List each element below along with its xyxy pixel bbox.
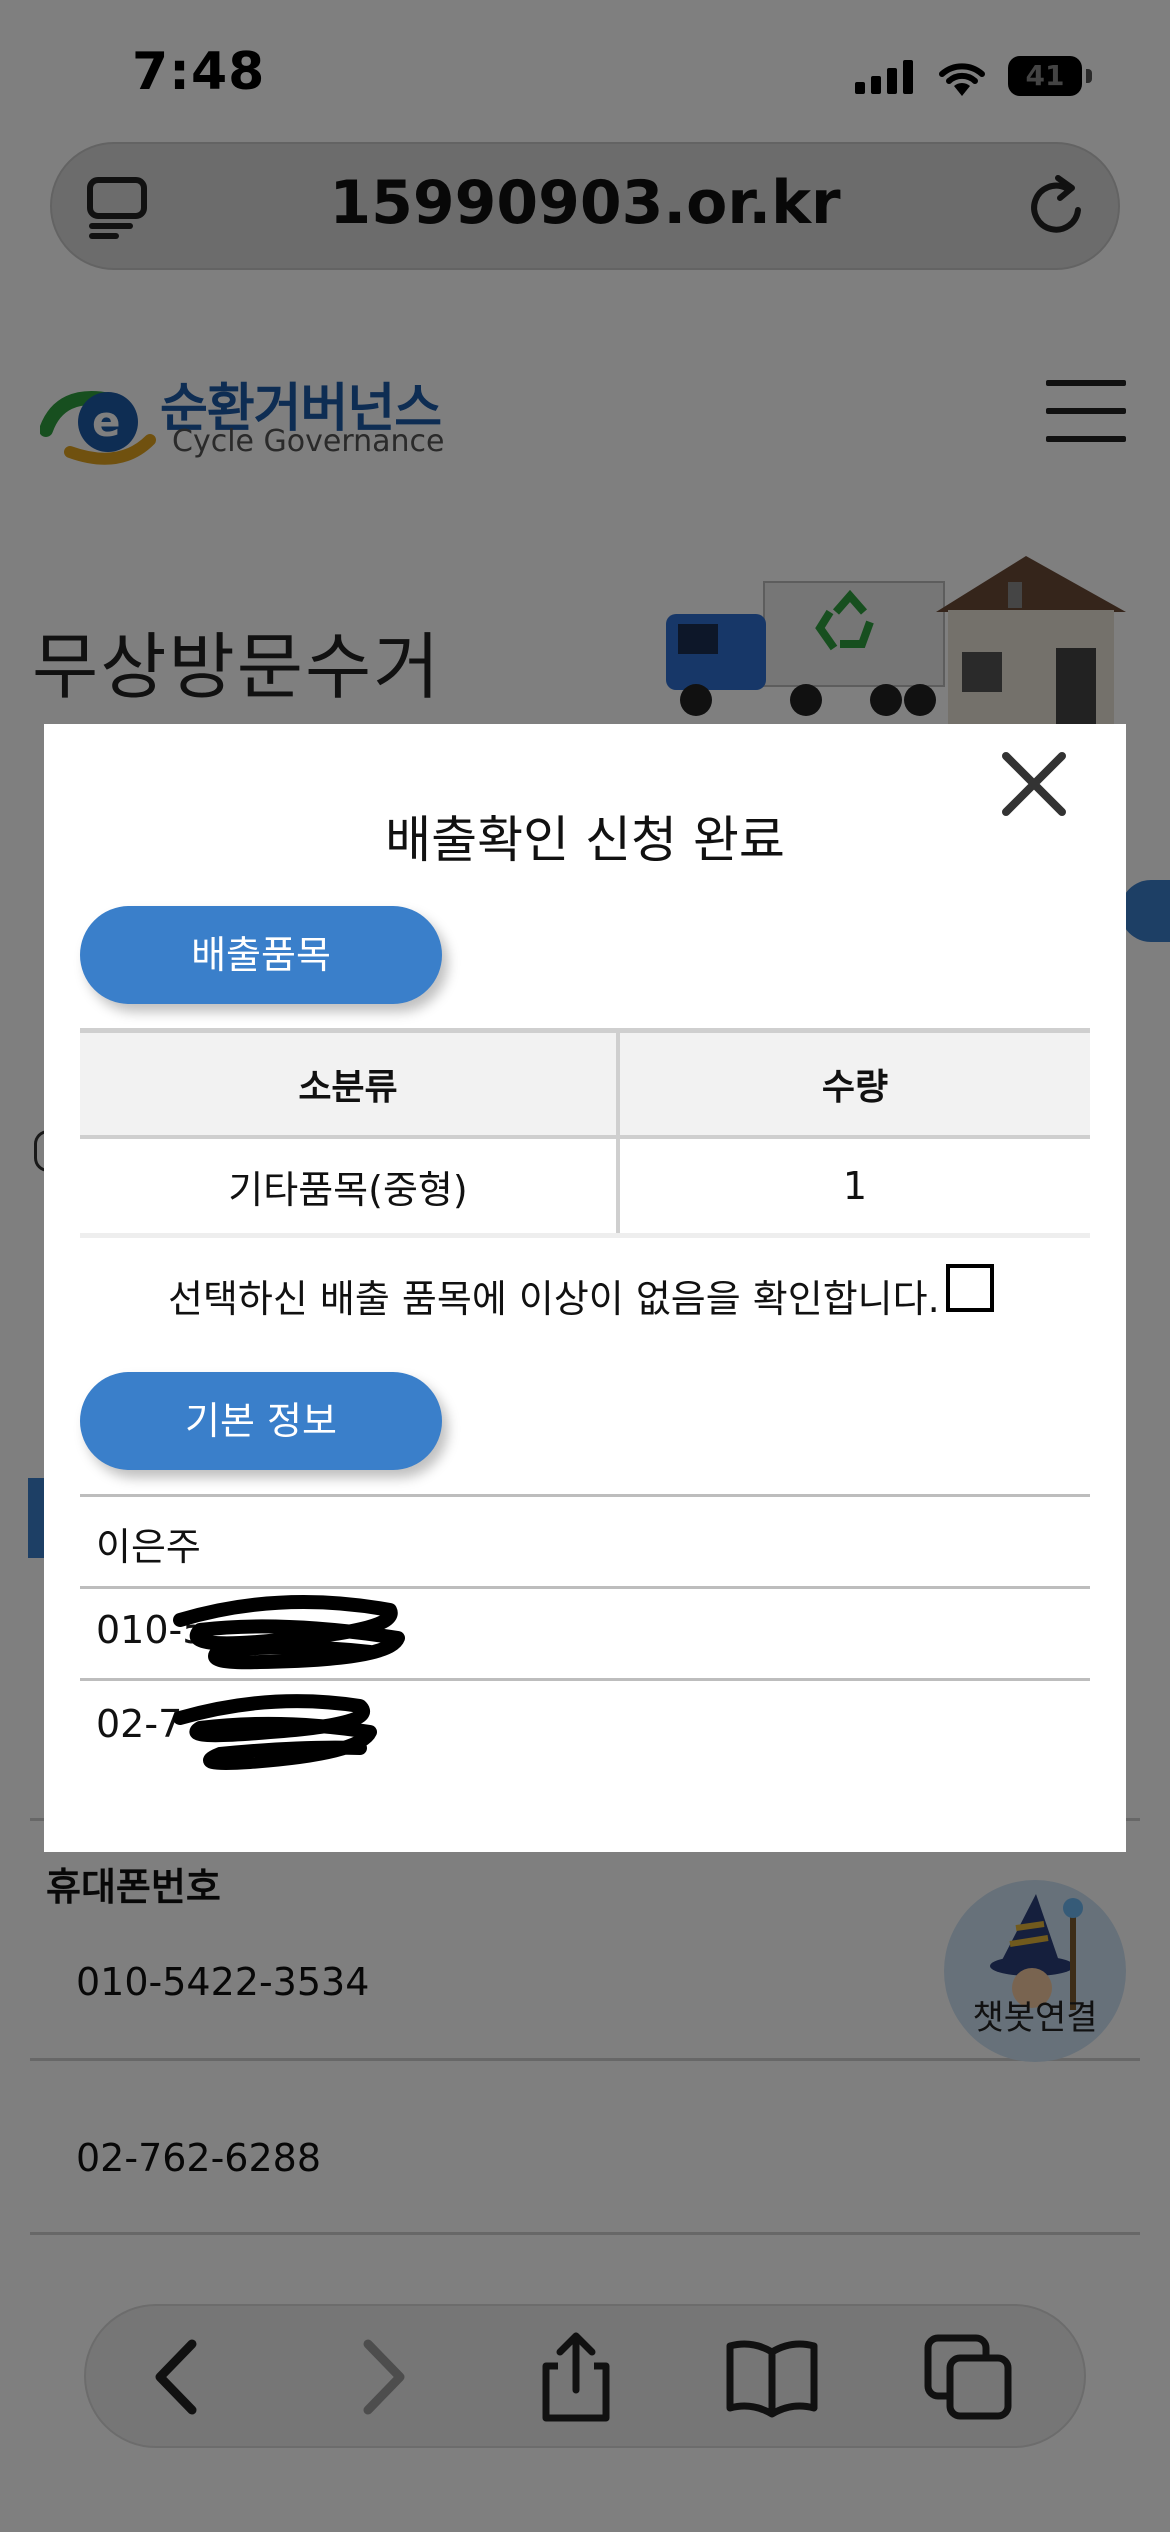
info-section-button[interactable]: 기본 정보 bbox=[80, 1372, 442, 1470]
items-table: 소분류 수량 기타품목(중형) 1 bbox=[80, 1028, 1090, 1238]
modal-title: 배출확인 신청 완료 bbox=[385, 811, 785, 869]
cell-quantity: 1 bbox=[618, 1137, 1090, 1238]
redaction-scribble bbox=[160, 1590, 410, 1680]
divider bbox=[80, 1494, 1090, 1497]
confirm-checkbox[interactable] bbox=[946, 1264, 994, 1312]
column-header-quantity: 수량 bbox=[618, 1028, 1090, 1139]
items-section-button[interactable]: 배출품목 bbox=[80, 906, 442, 1004]
close-icon[interactable] bbox=[998, 748, 1070, 820]
info-name: 이은주 bbox=[96, 1525, 201, 1569]
redaction-scribble bbox=[160, 1688, 410, 1778]
divider bbox=[80, 1678, 1090, 1681]
table-row: 기타품목(중형) 1 bbox=[80, 1137, 1090, 1238]
column-header-category: 소분류 bbox=[80, 1028, 620, 1139]
confirm-text: 선택하신 배출 품목에 이상이 없음을 확인합니다. bbox=[168, 1277, 940, 1321]
divider bbox=[80, 1586, 1090, 1589]
cell-category: 기타품목(중형) bbox=[80, 1137, 620, 1238]
table-header-row: 소분류 수량 bbox=[80, 1028, 1090, 1139]
